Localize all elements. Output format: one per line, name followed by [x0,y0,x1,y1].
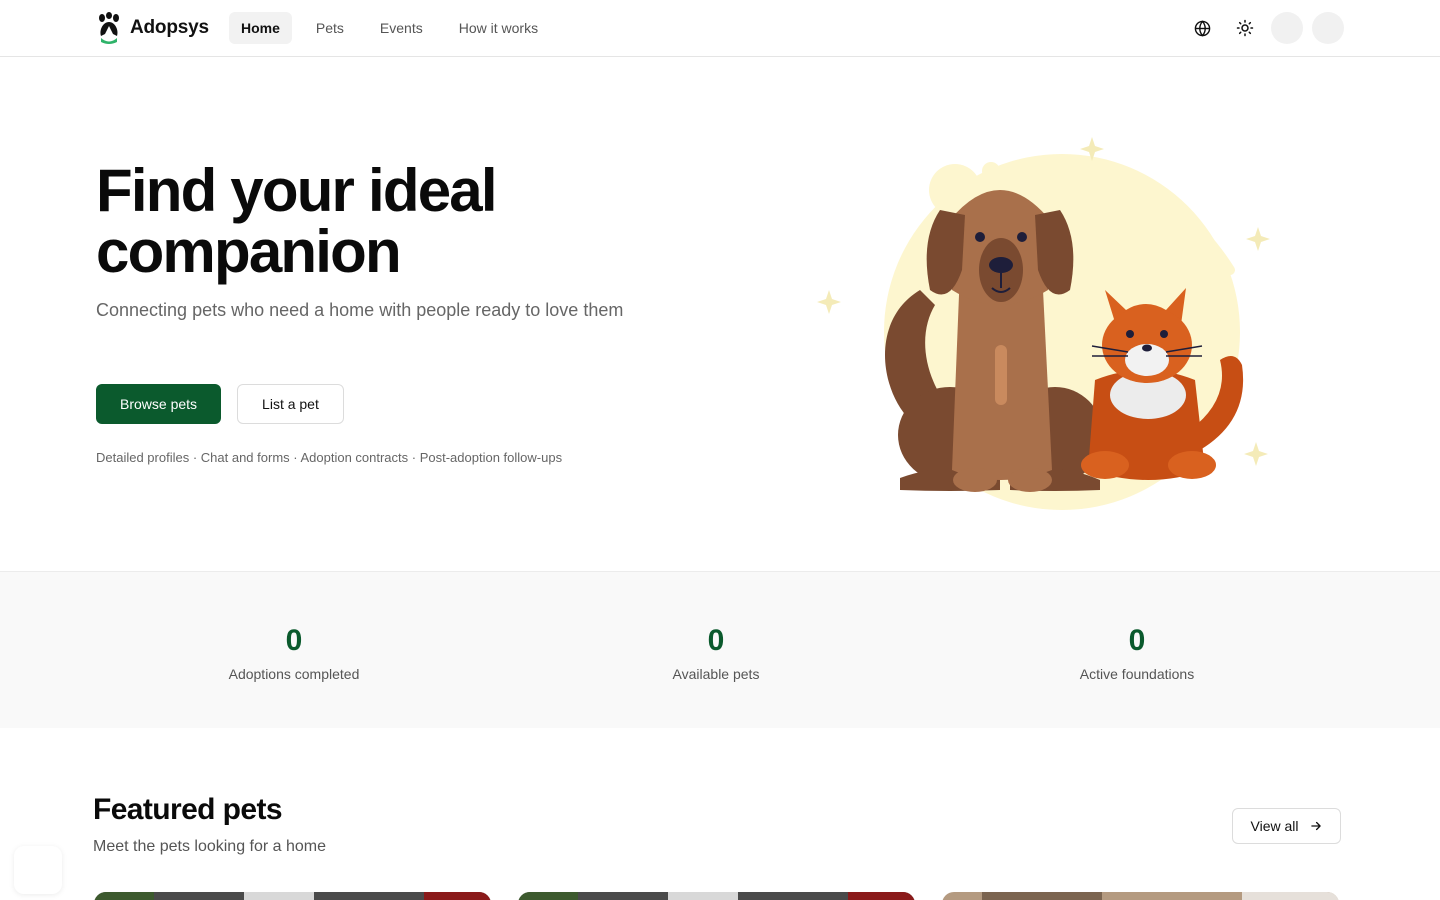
placeholder-button-2[interactable] [1312,12,1344,44]
nav-item-how-it-works[interactable]: How it works [447,12,550,44]
stat-label: Active foundations [1079,666,1195,682]
nav-item-pets[interactable]: Pets [304,12,356,44]
hero-title: Find your ideal companion [96,157,498,285]
main-nav: Home Pets Events How it works [229,12,550,44]
globe-icon [1194,19,1210,37]
brand[interactable]: Adopsys [96,12,209,44]
top-header: Adopsys Home Pets Events How it works [0,0,1440,57]
theme-toggle-button[interactable] [1228,12,1262,44]
stat-value: 0 [707,624,725,657]
featured-subtitle: Meet the pets looking for a home [93,838,327,855]
stat-adoptions: 0 Adoptions completed [144,622,444,682]
pet-photo [942,892,1339,900]
paw-logo-icon [99,12,119,44]
featured-title: Featured pets [93,793,283,826]
floating-widget[interactable] [14,846,62,894]
stat-value: 0 [285,624,303,657]
stats-section: 0 Adoptions completed 0 Available pets 0… [0,571,1440,728]
stat-foundations: 0 Active foundations [987,622,1287,682]
hero-features: Detailed profiles · Chat and forms · Ado… [96,450,563,465]
placeholder-button-1[interactable] [1271,12,1303,44]
language-button[interactable] [1185,12,1219,44]
browse-pets-button[interactable]: Browse pets [96,384,222,424]
arrow-right-icon [1310,821,1321,831]
stat-value: 0 [1128,624,1146,657]
pet-photo [518,892,915,900]
pet-card[interactable] [518,892,915,900]
brand-name: Adopsys [130,17,209,38]
list-a-pet-button[interactable]: List a pet [237,384,344,424]
view-all-label: View all [1250,818,1299,834]
pet-card[interactable] [942,892,1339,900]
sun-icon [1236,19,1254,37]
nav-item-home[interactable]: Home [229,12,292,44]
hero-actions: Browse pets List a pet [96,384,344,424]
view-all-button[interactable]: View all [1232,808,1341,844]
header-actions [1185,12,1344,44]
pet-card[interactable] [94,892,491,900]
pet-photo [94,892,491,900]
hero-subtitle: Connecting pets who need a home with peo… [96,300,624,320]
nav-item-events[interactable]: Events [368,12,435,44]
dog-and-cat-illustration [817,137,1270,510]
stat-label: Available pets [672,666,760,682]
stat-available-pets: 0 Available pets [566,622,866,682]
stat-label: Adoptions completed [228,666,360,682]
